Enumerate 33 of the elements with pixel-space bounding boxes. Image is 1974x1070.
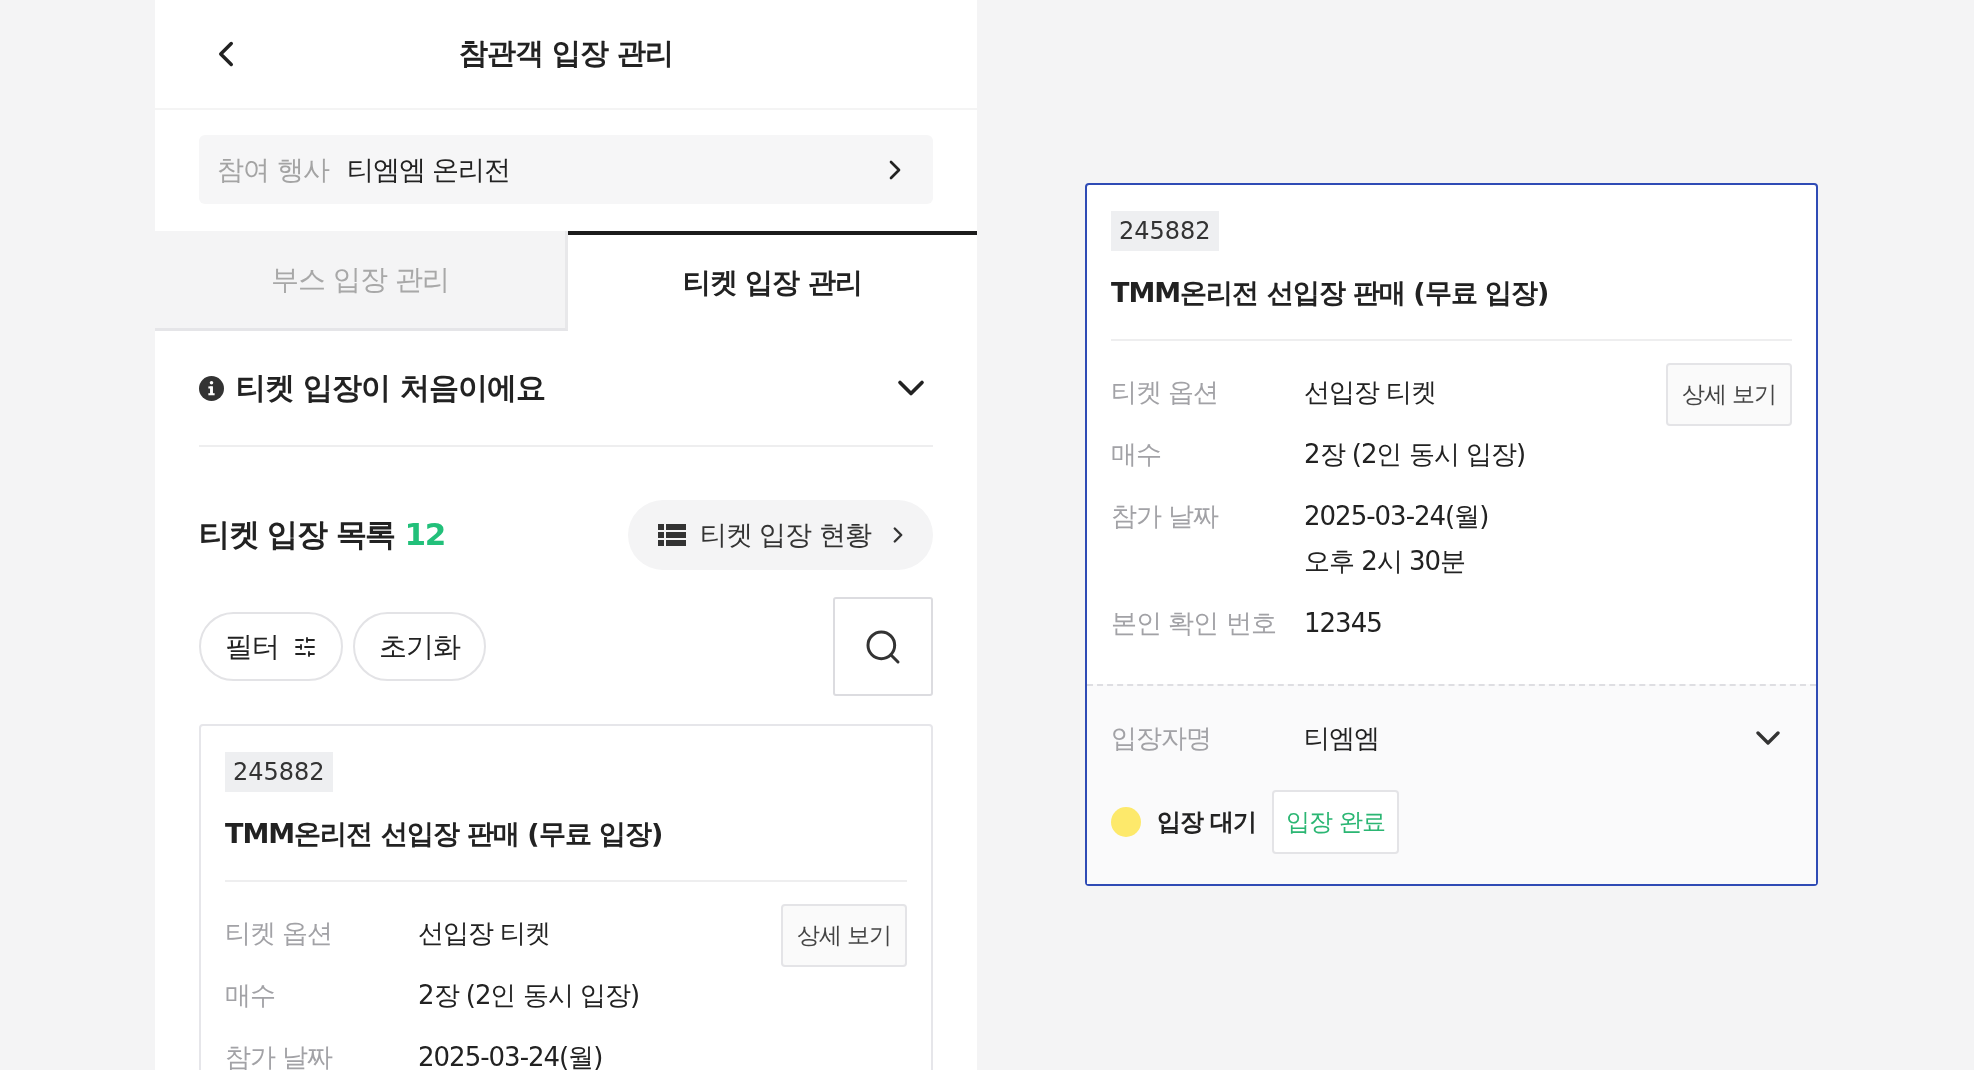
field-label: 티켓 옵션 xyxy=(1111,376,1220,409)
search-button[interactable] xyxy=(833,597,933,696)
field-value: 12345 xyxy=(1304,607,1382,640)
field-label: 본인 확인 번호 xyxy=(1111,607,1277,640)
ticket-number: 245882 xyxy=(225,752,333,792)
field-value: 선입장 티켓 xyxy=(1304,376,1437,409)
field-label: 참가 날짜 xyxy=(1111,500,1220,533)
ticket-title: TMM온리전 선입장 판매 (무료 입장) xyxy=(225,814,907,882)
detail-button[interactable]: 상세 보기 xyxy=(1665,363,1792,426)
filter-button[interactable]: 필터 xyxy=(199,612,343,681)
field-value: 2025-03-24(월) 오후 2시 30분 xyxy=(1304,500,1489,578)
detail-button[interactable]: 상세 보기 xyxy=(780,904,907,967)
sliders-icon xyxy=(293,634,317,659)
field-value: 선입장 티켓 xyxy=(418,917,551,950)
status-label: 입장 대기 xyxy=(1157,807,1257,838)
list-title: 티켓 입장 목록 12 xyxy=(199,515,445,554)
ticket-title: TMM온리전 선입장 판매 (무료 입장) xyxy=(1111,273,1792,341)
field-label: 매수 xyxy=(225,979,276,1012)
page-title: 참관객 입장 관리 xyxy=(458,35,674,72)
field-value: 티엠엠 xyxy=(1304,721,1379,755)
info-icon xyxy=(199,375,224,401)
field-value: 2025-03-24(월) xyxy=(418,1041,603,1070)
field-value: 2장 (2인 동시 입장) xyxy=(418,979,640,1012)
field-label: 티켓 옵션 xyxy=(225,917,334,950)
entry-status-button[interactable]: 티켓 입장 현황 xyxy=(627,500,933,570)
field-label: 매수 xyxy=(1111,438,1162,471)
field-label: 입장자명 xyxy=(1111,721,1212,755)
field-value: 2장 (2인 동시 입장) xyxy=(1304,438,1526,471)
reset-button[interactable]: 초기화 xyxy=(353,612,486,681)
ticket-number: 245882 xyxy=(1111,211,1219,251)
field-label: 참가 날짜 xyxy=(225,1041,334,1070)
event-selector[interactable]: 참여 행사 티엠엠 온리전 xyxy=(199,135,933,204)
list-icon xyxy=(657,524,686,546)
